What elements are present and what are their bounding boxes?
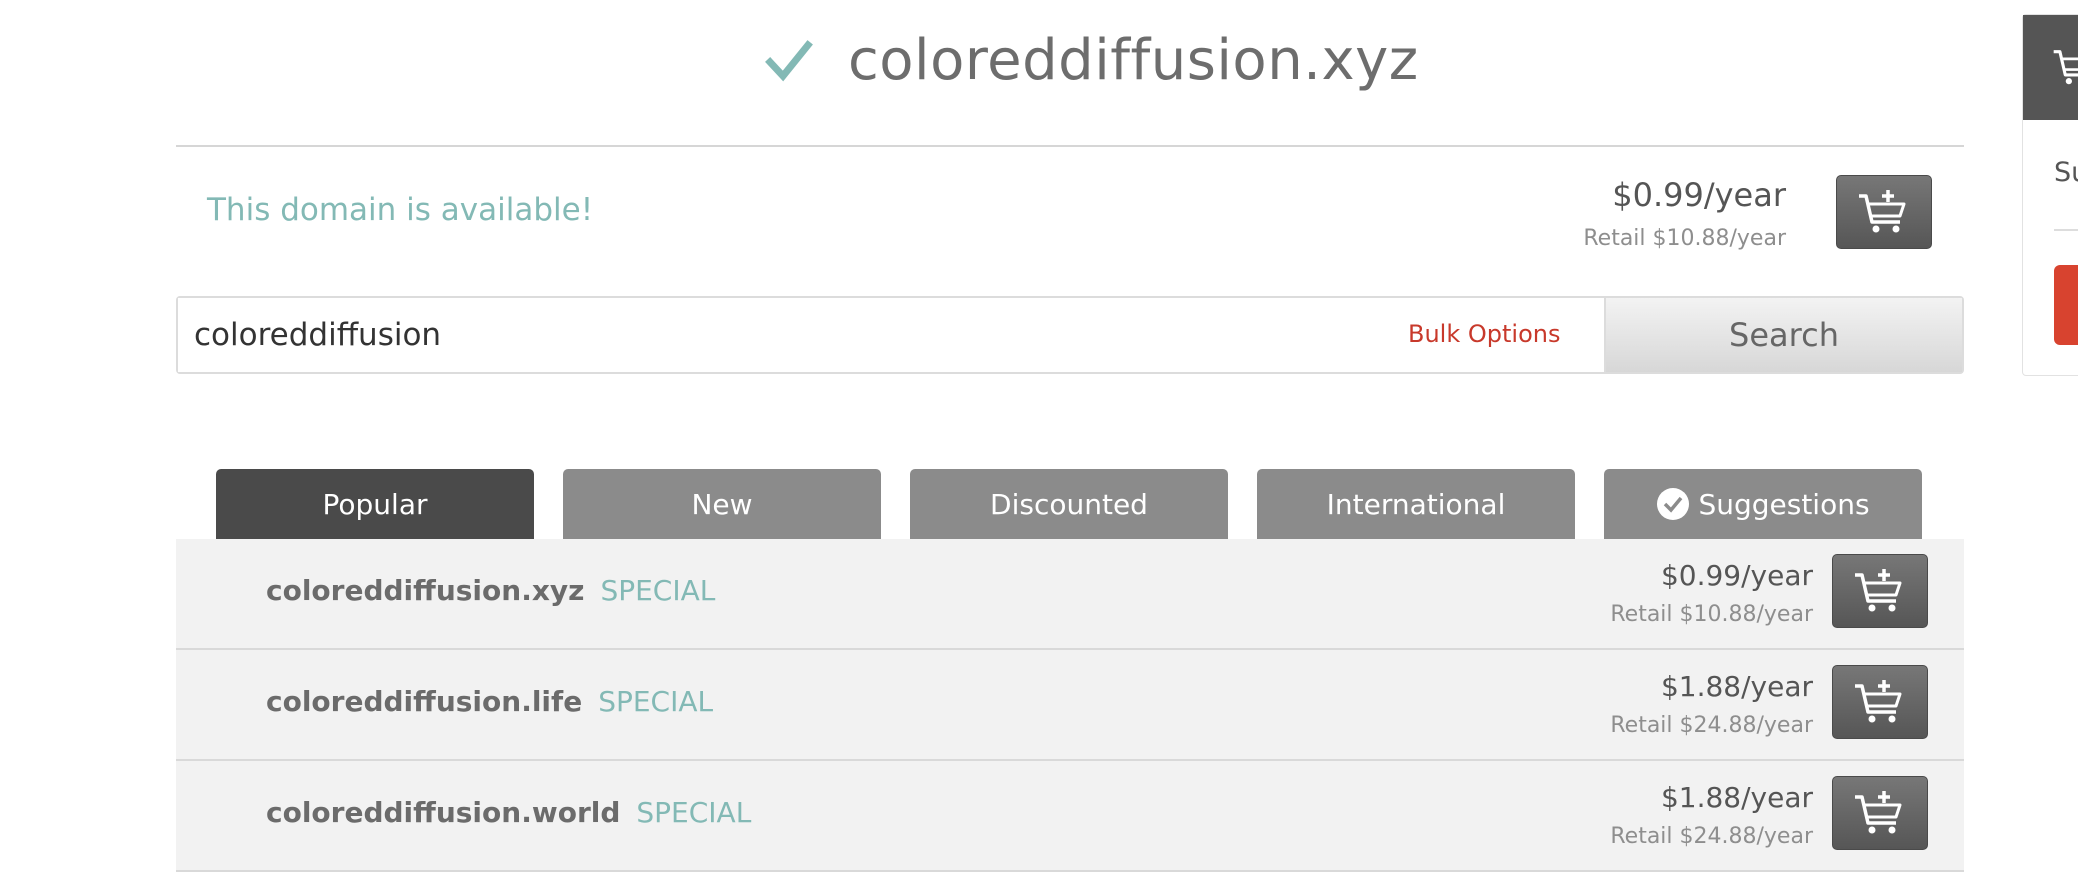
- result-price: $1.88/year: [1660, 781, 1813, 814]
- tab-suggestions[interactable]: Suggestions: [1604, 469, 1922, 539]
- search-button[interactable]: Search: [1606, 298, 1962, 372]
- top-price-block: $0.99/year Retail $10.88/year: [1583, 176, 1786, 251]
- tab-label: International: [1326, 487, 1506, 521]
- tab-label: Popular: [322, 487, 428, 521]
- cart-panel-divider: [2054, 229, 2078, 231]
- result-row: coloreddiffusion.world SPECIAL $1.88/year…: [176, 761, 1964, 872]
- cart-plus-icon: [1855, 680, 1902, 723]
- result-row: coloreddiffusion.life SPECIAL $1.88/year …: [176, 650, 1964, 761]
- result-row: coloreddiffusion.xyz SPECIAL $0.99/year R…: [176, 539, 1964, 650]
- result-price-block: $1.88/year Retail $24.88/year: [1610, 781, 1813, 849]
- result-domain: coloreddiffusion.life SPECIAL: [266, 685, 713, 718]
- result-retail-price: Retail $10.88/year: [1610, 602, 1813, 627]
- add-to-cart-button[interactable]: [1832, 776, 1928, 850]
- result-domain-name: coloreddiffusion.xyz: [266, 574, 585, 607]
- cart-side-panel: Su: [2022, 14, 2078, 376]
- result-domain-name: coloreddiffusion.world: [266, 796, 621, 829]
- result-price-block: $0.99/year Retail $10.88/year: [1610, 559, 1813, 627]
- tab-international[interactable]: International: [1257, 469, 1575, 539]
- top-retail-price: Retail $10.88/year: [1583, 226, 1786, 251]
- tab-label: New: [691, 487, 753, 521]
- tab-discounted[interactable]: Discounted: [910, 469, 1228, 539]
- page: coloreddiffusion.xyz This domain is avai…: [0, 0, 2078, 874]
- checkout-button[interactable]: [2054, 265, 2078, 345]
- cart-panel-header[interactable]: [2023, 15, 2078, 120]
- result-domain-name: coloreddiffusion.life: [266, 685, 583, 718]
- result-retail-price: Retail $24.88/year: [1610, 824, 1813, 849]
- add-to-cart-button[interactable]: [1836, 175, 1932, 249]
- result-price: $0.99/year: [1660, 559, 1813, 592]
- add-to-cart-button[interactable]: [1832, 665, 1928, 739]
- search-bar: Bulk Options Search: [176, 296, 1964, 374]
- special-badge: SPECIAL: [636, 796, 752, 829]
- result-domain: coloreddiffusion.xyz SPECIAL: [266, 574, 715, 607]
- result-retail-price: Retail $24.88/year: [1610, 713, 1813, 738]
- tld-tabs: Popular New Discounted International Sug…: [216, 469, 1922, 539]
- cart-plus-icon: [1855, 569, 1902, 612]
- result-price-block: $1.88/year Retail $24.88/year: [1610, 670, 1813, 738]
- special-badge: SPECIAL: [600, 574, 716, 607]
- tab-label: Suggestions: [1698, 487, 1870, 521]
- top-price: $0.99/year: [1612, 176, 1786, 214]
- result-domain: coloreddiffusion.world SPECIAL: [266, 796, 751, 829]
- bulk-options-link[interactable]: Bulk Options: [1408, 320, 1560, 348]
- check-circle-icon: [1657, 488, 1690, 520]
- cart-plus-icon: [1859, 190, 1906, 233]
- result-price: $1.88/year: [1660, 670, 1813, 703]
- availability-message: This domain is available!: [207, 192, 594, 228]
- header-divider: [176, 145, 1964, 147]
- add-to-cart-button[interactable]: [1832, 554, 1928, 628]
- special-badge: SPECIAL: [598, 685, 714, 718]
- header-title-group: coloreddiffusion.xyz: [764, 28, 1419, 93]
- check-icon: [765, 39, 813, 81]
- search-input[interactable]: [178, 298, 1606, 372]
- cart-plus-icon: [1855, 791, 1902, 834]
- cart-icon: [2051, 44, 2078, 92]
- results-list: coloreddiffusion.xyz SPECIAL $0.99/year R…: [176, 539, 1964, 872]
- header: coloreddiffusion.xyz: [0, 0, 1964, 147]
- tab-label: Discounted: [990, 487, 1148, 521]
- tab-popular[interactable]: Popular: [216, 469, 534, 539]
- tab-new[interactable]: New: [563, 469, 881, 539]
- domain-title: coloreddiffusion.xyz: [848, 28, 1419, 93]
- cart-panel-text: Su: [2054, 157, 2078, 188]
